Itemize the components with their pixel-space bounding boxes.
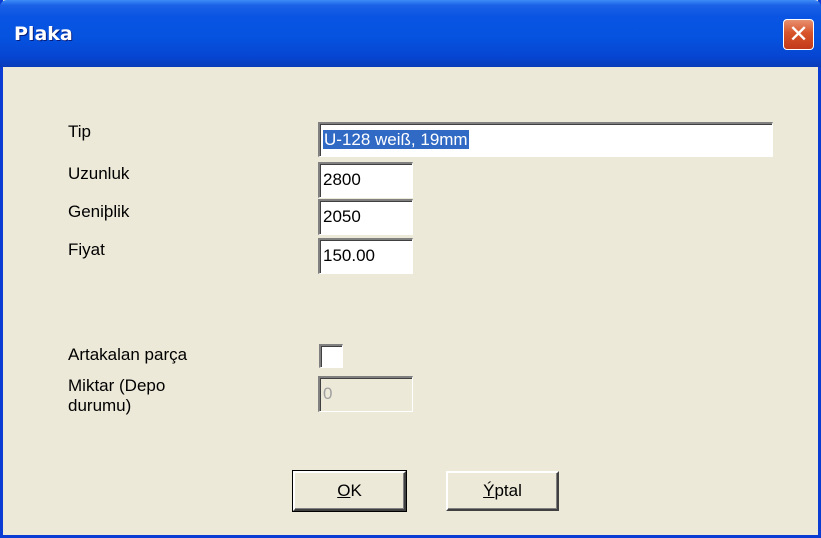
close-icon: ✕ [788, 20, 809, 48]
ok-label-rest: K [350, 481, 362, 500]
uzunluk-label: Uzunluk [68, 164, 130, 183]
artakalan-checkbox[interactable] [319, 344, 343, 368]
tip-value: U-128 weiß, 19mm [323, 130, 469, 149]
uzunluk-input[interactable]: 2800 [318, 162, 413, 198]
tip-label: Tip [68, 122, 91, 141]
artakalan-label: Artakalan parça [68, 345, 188, 364]
window-title: Plaka [14, 23, 73, 45]
ok-button[interactable]: OK [292, 470, 407, 512]
tip-input[interactable]: U-128 weiß, 19mm [318, 122, 773, 157]
fiyat-input[interactable]: 150.00 [318, 238, 413, 274]
ok-mnemonic: O [337, 481, 351, 500]
iptal-mnemonic: Ý [483, 481, 495, 500]
plaka-dialog: Plaka ✕ Tip U-128 weiß, 19mm Uzunluk 280… [0, 0, 821, 538]
close-button[interactable]: ✕ [783, 19, 814, 50]
iptal-label-rest: ptal [494, 481, 522, 500]
miktar-label: Miktar (Depo durumu) [68, 376, 166, 415]
genislik-input[interactable]: 2050 [318, 199, 413, 235]
title-bar[interactable]: Plaka ✕ [0, 0, 821, 67]
miktar-input[interactable]: 0 [318, 376, 413, 412]
iptal-button[interactable]: Ýptal [446, 471, 559, 511]
fiyat-label: Fiyat [68, 240, 105, 259]
genislik-label: Geniþlik [68, 202, 130, 221]
